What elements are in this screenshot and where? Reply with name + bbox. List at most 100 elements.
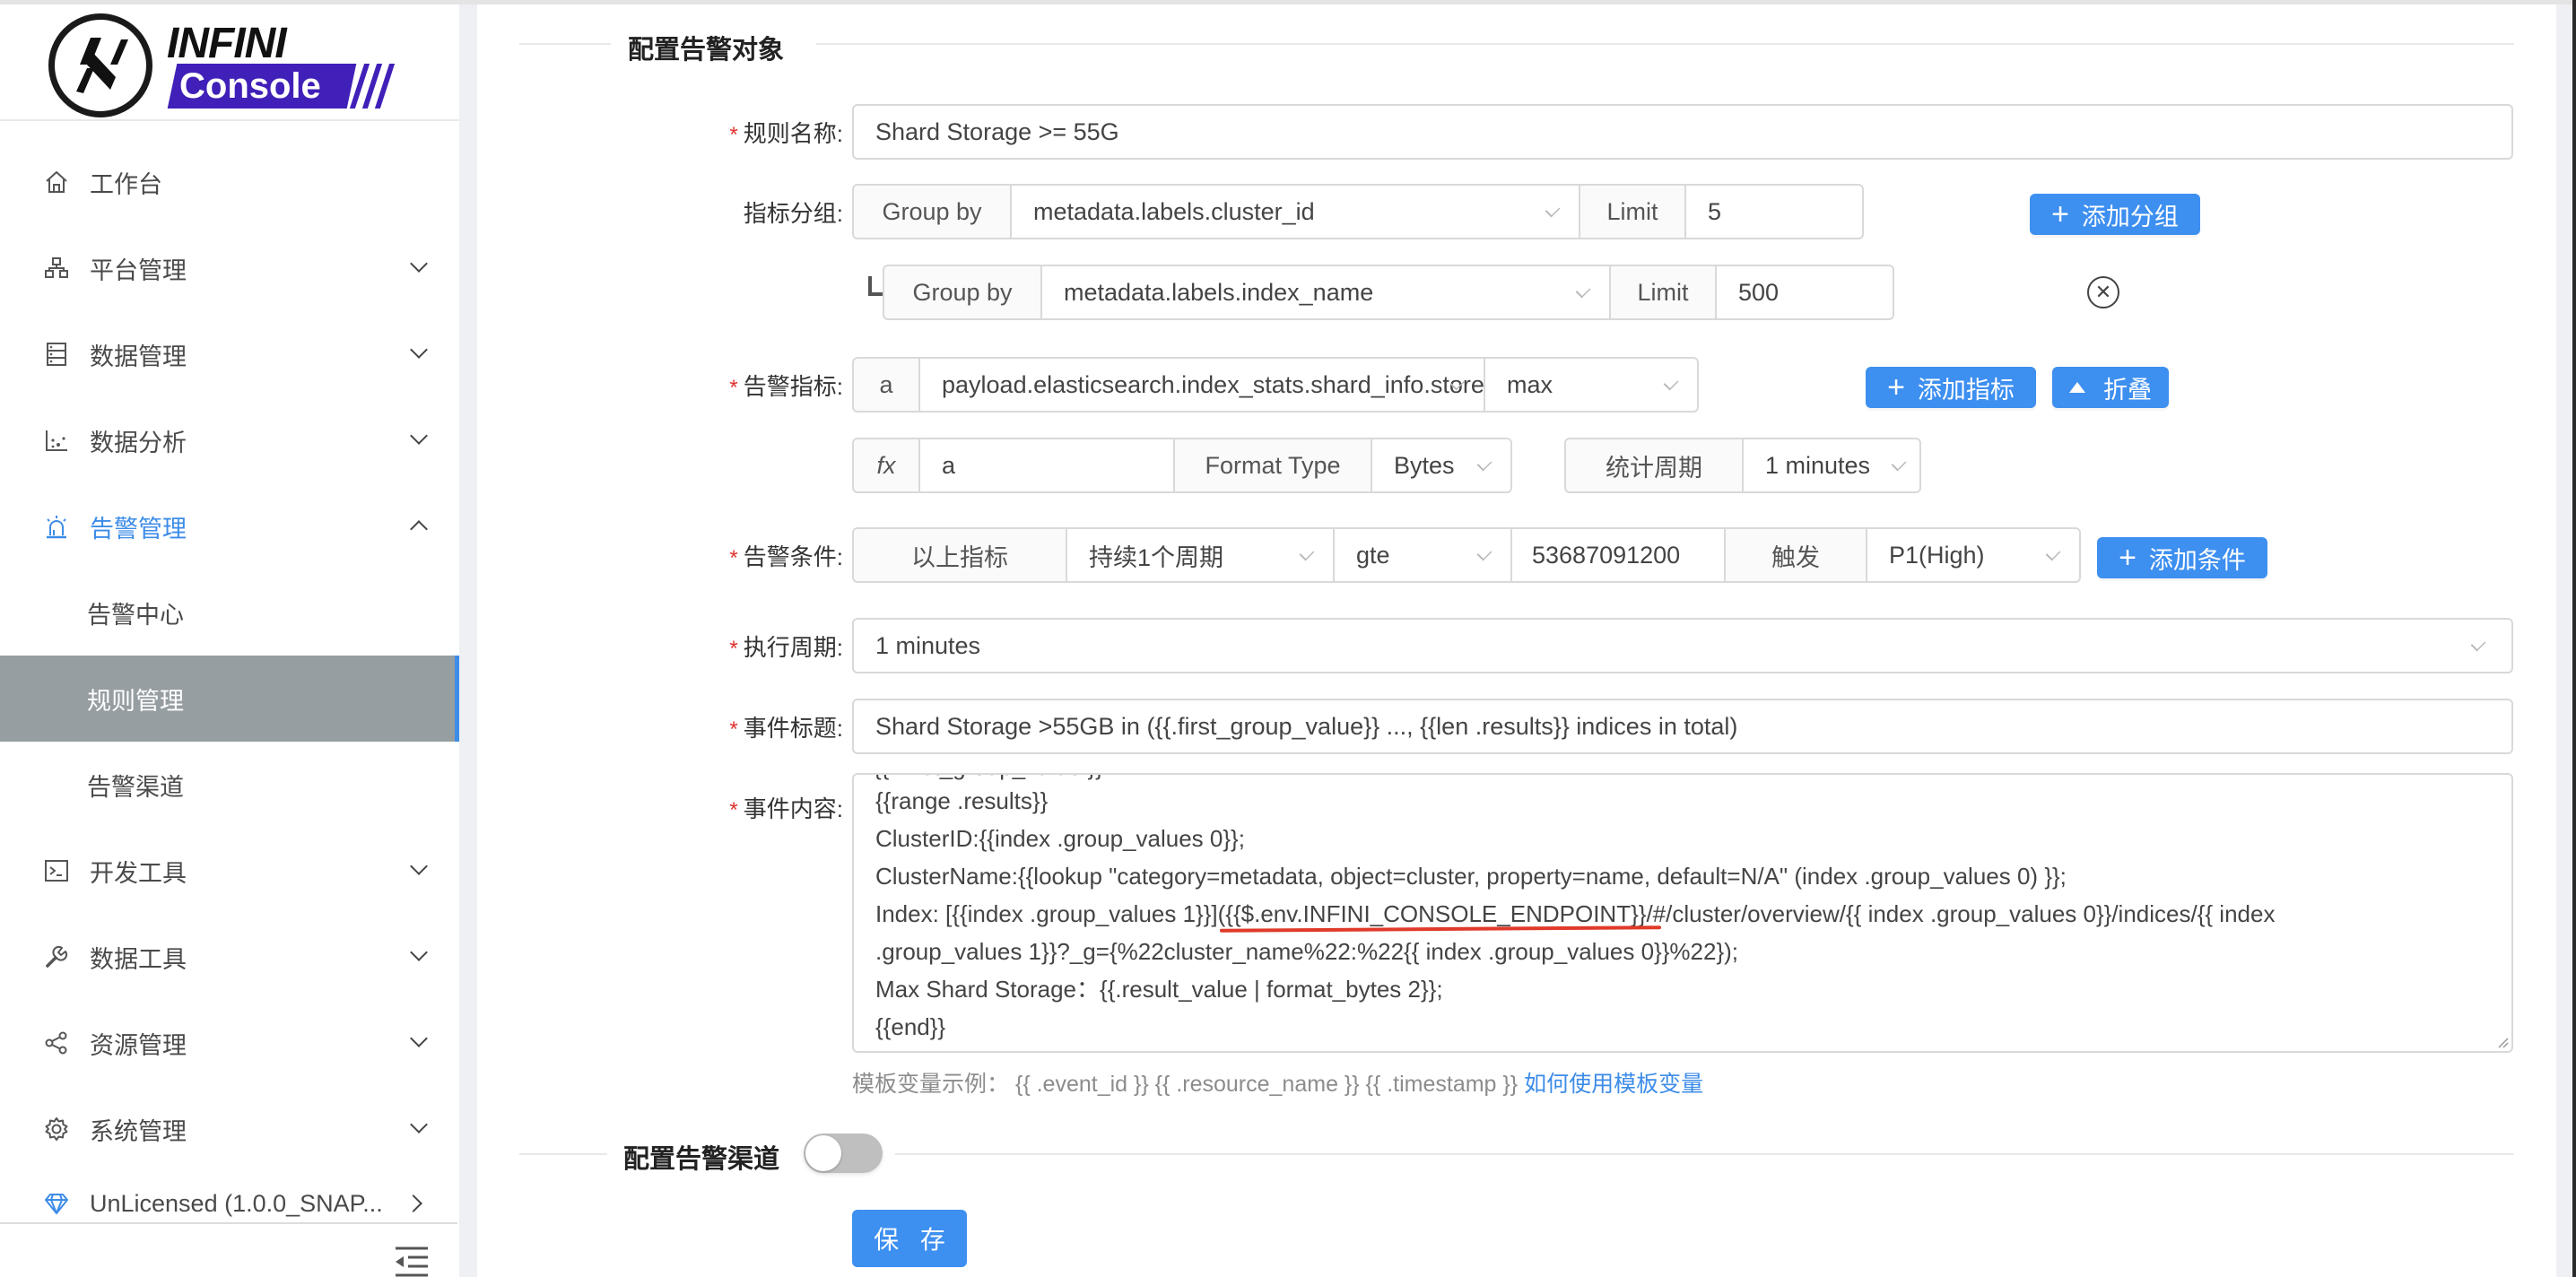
chevron-down-icon <box>2045 545 2061 561</box>
add-metric-button[interactable]: + 添加指标 <box>1866 367 2036 408</box>
metric-field-select[interactable]: payload.elasticsearch.index_stats.shard_… <box>918 357 1485 413</box>
threshold-input[interactable]: 53687091200 <box>1510 527 1726 583</box>
event-content-label: * 事件内容: <box>729 795 843 822</box>
textarea-line: ClusterID:{{index .group_values 0}}; <box>875 825 1245 852</box>
sidebar-item-label: 开发工具 <box>90 859 187 887</box>
chevron-down-icon <box>1299 545 1315 561</box>
chevron-down-icon <box>410 943 428 961</box>
menu-fold-icon[interactable] <box>396 1247 428 1277</box>
sidebar-item-datatools[interactable]: 数据工具 <box>0 914 459 1000</box>
metric-agg-select[interactable]: max <box>1484 357 1699 413</box>
template-hint: 模板变量示例： {{ .event_id }} {{ .resource_nam… <box>852 1072 1704 1097</box>
cluster-icon <box>43 255 70 282</box>
sidebar-item-label: 系统管理 <box>90 1117 187 1145</box>
period-select[interactable]: 1 minutes <box>1742 438 1921 493</box>
logo-text-infini: INFINI <box>167 20 287 67</box>
caret-up-icon <box>2069 382 2085 393</box>
sidebar-item-label: 数据管理 <box>90 343 187 370</box>
diamond-icon <box>43 1190 70 1217</box>
sidebar-item-label: 工作台 <box>90 170 162 198</box>
textarea-line: ClusterName:{{lookup "category=metadata,… <box>875 863 2067 890</box>
sidebar-item-platform[interactable]: 平台管理 <box>0 225 459 311</box>
add-condition-button[interactable]: + 添加条件 <box>2097 537 2267 578</box>
home-icon <box>43 169 70 195</box>
trigger-addon: 触发 <box>1724 527 1867 583</box>
plus-icon: + <box>1887 369 1905 404</box>
sidebar-subitem-channels[interactable]: 告警渠道 <box>0 742 459 828</box>
logo[interactable]: INFINI Console <box>0 4 459 121</box>
sidebar-item-alerting[interactable]: 告警管理 <box>0 483 459 569</box>
save-button[interactable]: 保 存 <box>852 1210 967 1267</box>
chevron-down-icon <box>410 255 428 273</box>
channel-toggle[interactable] <box>804 1134 883 1173</box>
chevron-down-icon <box>1476 545 1493 561</box>
duration-select[interactable]: 持续1个周期 <box>1066 527 1335 583</box>
add-group-button[interactable]: + 添加分组 <box>2030 194 2200 235</box>
tree-connector <box>868 276 883 296</box>
chevron-down-icon <box>1891 456 1907 472</box>
sidebar-item-system[interactable]: 系统管理 <box>0 1086 459 1172</box>
toggle-knob <box>805 1135 841 1171</box>
logo-emblem <box>48 13 152 117</box>
sidebar-item-label: 平台管理 <box>90 256 187 284</box>
annotated-endpoint: ({{$.env.INFINI_CONSOLE_ENDPOINT}} <box>1217 900 1647 927</box>
group-by-addon: Group by <box>883 265 1042 320</box>
sidebar-item-data[interactable]: 数据管理 <box>0 311 459 397</box>
chevron-down-icon <box>410 1116 428 1134</box>
group-field-select[interactable]: metadata.labels.index_name <box>1040 265 1611 320</box>
chevron-down-icon <box>410 1029 428 1047</box>
chevron-right-icon <box>405 1194 422 1212</box>
limit-input[interactable]: 500 <box>1715 265 1894 320</box>
event-title-label: * 事件标题: <box>729 715 843 742</box>
sidebar-item-label: 数据分析 <box>90 429 187 456</box>
priority-select[interactable]: P1(High) <box>1866 527 2081 583</box>
limit-addon: Limit <box>1609 265 1717 320</box>
sidebar-item-resources[interactable]: 资源管理 <box>0 1000 459 1086</box>
sidebar-menu: 工作台 平台管理 数据管理 数据分析 告警管理 告警中心 规则管理 告警渠道 开… <box>0 139 459 1235</box>
chevron-down-icon <box>1545 202 1561 218</box>
sidebar-item-devtools[interactable]: 开发工具 <box>0 828 459 914</box>
license-item[interactable]: UnLicensed (1.0.0_SNAP... <box>0 1172 459 1235</box>
event-content-textarea[interactable]: {{ .first_group_value }} {{range .result… <box>852 773 2513 1053</box>
operator-select[interactable]: gte <box>1333 527 1512 583</box>
section-divider <box>519 43 611 45</box>
format-type-addon: Format Type <box>1173 438 1372 493</box>
collapse-button[interactable]: 折叠 <box>2052 367 2169 408</box>
textarea-line: Index: [{{index .group_values 1}}]({{$.e… <box>875 900 2276 927</box>
group-field-select[interactable]: metadata.labels.cluster_id <box>1010 184 1580 239</box>
resize-handle-icon[interactable] <box>2496 1036 2509 1048</box>
textarea-line: .group_values 1}}?_g={%22cluster_name%22… <box>875 938 1739 965</box>
remove-group-icon[interactable]: ✕ <box>2087 276 2119 308</box>
chart-icon <box>43 427 70 454</box>
textarea-line: {{end}} <box>875 1013 946 1040</box>
sidebar-item-label: 告警渠道 <box>87 773 184 801</box>
sidebar-item-workbench[interactable]: 工作台 <box>0 139 459 225</box>
chevron-down-icon <box>1575 282 1591 299</box>
textarea-line: {{range .results}} <box>875 787 1049 814</box>
plus-icon: + <box>2051 196 2069 231</box>
share-icon <box>43 1029 70 1056</box>
rule-name-label: * 规则名称: <box>729 120 843 147</box>
condition-metric-addon: 以上指标 <box>852 527 1067 583</box>
schedule-select[interactable]: 1 minutes <box>852 618 2513 673</box>
template-help-link[interactable]: 如何使用模板变量 <box>1524 1072 1703 1097</box>
formula-input[interactable]: a <box>918 438 1175 493</box>
chevron-down-icon <box>410 427 428 445</box>
limit-input[interactable]: 5 <box>1684 184 1864 239</box>
group-label: 指标分组: <box>743 200 843 227</box>
logo-stripes <box>349 64 396 109</box>
event-title-input[interactable]: Shard Storage >55GB in ({{.first_group_v… <box>852 699 2513 754</box>
sidebar-item-analysis[interactable]: 数据分析 <box>0 397 459 483</box>
sidebar-divider <box>0 1222 457 1224</box>
sidebar-item-label: 告警管理 <box>90 515 187 543</box>
metric-label: * 告警指标: <box>729 373 843 400</box>
rule-name-input[interactable]: Shard Storage >= 55G <box>852 104 2513 160</box>
chevron-up-icon <box>410 520 428 538</box>
sidebar-item-label: 规则管理 <box>87 687 184 715</box>
fx-addon: fx <box>852 438 920 493</box>
format-type-select[interactable]: Bytes <box>1371 438 1512 493</box>
sidebar-subitem-alert-center[interactable]: 告警中心 <box>0 569 459 656</box>
sidebar-subitem-rules[interactable]: 规则管理 <box>0 656 459 742</box>
sidebar-item-label: 告警中心 <box>87 601 184 629</box>
chevron-down-icon <box>410 857 428 875</box>
